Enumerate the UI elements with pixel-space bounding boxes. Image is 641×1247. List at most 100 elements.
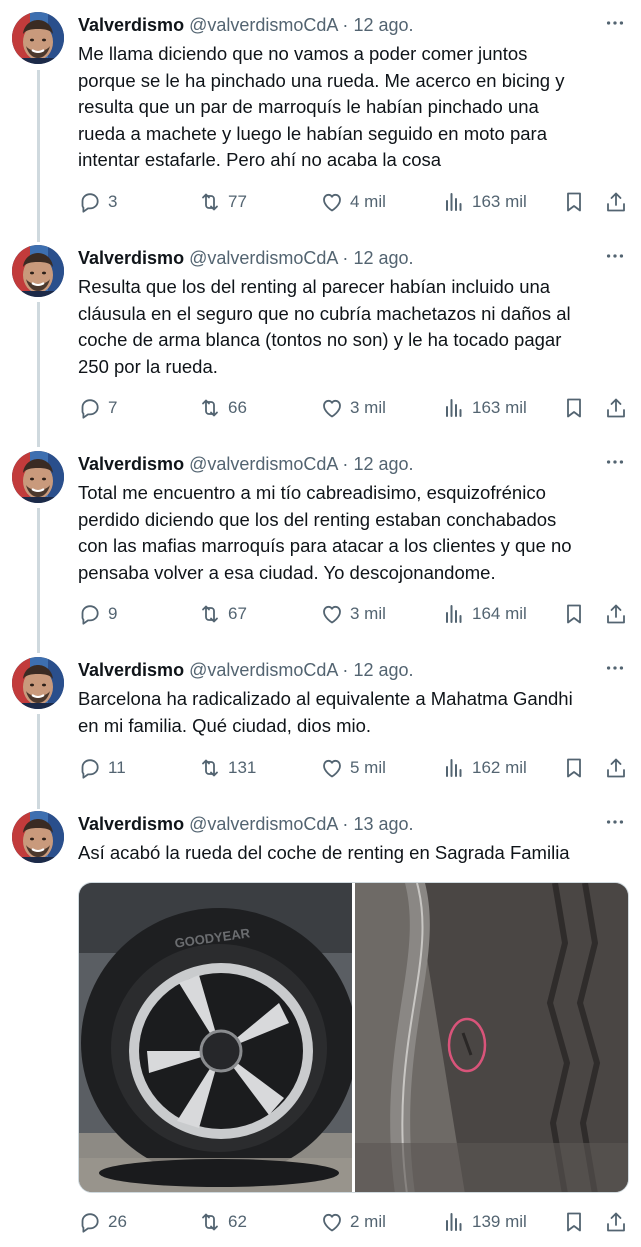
share-button[interactable] — [604, 754, 628, 782]
reply-count: 7 — [108, 398, 118, 417]
reply-button[interactable]: 3 — [78, 188, 117, 216]
tweet-date[interactable]: 13 ago. — [353, 814, 413, 834]
flat-tire-photo[interactable]: GOODYEAR — [79, 883, 352, 1193]
reply-icon — [78, 602, 102, 626]
user-handle[interactable]: @valverdismoCdA — [189, 248, 337, 268]
tweet-date[interactable]: 12 ago. — [353, 660, 413, 680]
bookmark-icon — [562, 602, 586, 626]
tweet[interactable]: Valverdismo @valverdismoCdA · 12 ago. Ba… — [0, 645, 641, 797]
share-icon — [604, 756, 628, 780]
display-name[interactable]: Valverdismo — [78, 660, 184, 680]
text-line: resulta que un par de marroquís le había… — [78, 96, 539, 118]
bookmark-button[interactable] — [562, 188, 586, 216]
separator-dot: · — [342, 814, 349, 834]
user-handle[interactable]: @valverdismoCdA — [189, 814, 337, 834]
more-icon[interactable] — [603, 245, 627, 267]
more-icon[interactable] — [603, 811, 627, 833]
display-name[interactable]: Valverdismo — [78, 248, 184, 268]
retweet-button[interactable]: 77 — [198, 188, 247, 216]
more-icon[interactable] — [603, 12, 627, 34]
text-line: Total me encuentro a mi tío cabreadisimo… — [78, 482, 546, 503]
views-icon — [442, 756, 466, 780]
bookmark-button[interactable] — [562, 754, 586, 782]
tweet[interactable]: Valverdismo @valverdismoCdA · 12 ago. Me… — [0, 0, 641, 240]
retweet-button[interactable]: 131 — [198, 754, 256, 782]
tweet[interactable]: Valverdismo @valverdismoCdA · 12 ago. Re… — [0, 233, 641, 439]
retweet-count: 131 — [228, 758, 257, 777]
display-name[interactable]: Valverdismo — [78, 15, 184, 35]
like-count: 4 mil — [350, 192, 386, 211]
text-line: Me llama diciendo que no vamos a poder c… — [78, 43, 528, 64]
views-button[interactable]: 164 mil — [442, 600, 527, 628]
avatar[interactable] — [12, 811, 64, 863]
user-handle[interactable]: @valverdismoCdA — [189, 454, 337, 474]
reply-button[interactable]: 7 — [78, 394, 117, 422]
tweet-date[interactable]: 12 ago. — [353, 15, 413, 35]
reply-button[interactable]: 11 — [78, 754, 126, 782]
text-line: 250 por la rueda. — [78, 355, 218, 377]
text-line: Así acabó la rueda del coche de renting … — [78, 842, 570, 863]
share-button[interactable] — [604, 394, 628, 422]
more-icon[interactable] — [603, 657, 627, 679]
share-icon — [604, 1210, 628, 1234]
bookmark-button[interactable] — [562, 394, 586, 422]
avatar[interactable] — [12, 451, 64, 503]
tweet-date[interactable]: 12 ago. — [353, 454, 413, 474]
like-button[interactable]: 5 mil — [320, 754, 386, 782]
more-icon[interactable] — [603, 451, 627, 473]
retweet-button[interactable]: 62 — [198, 1208, 247, 1236]
reply-count: 9 — [108, 604, 118, 623]
share-button[interactable] — [604, 188, 628, 216]
retweet-button[interactable]: 67 — [198, 600, 247, 628]
tweet-date[interactable]: 12 ago. — [353, 248, 413, 268]
avatar[interactable] — [12, 245, 64, 297]
like-button[interactable]: 2 mil — [320, 1208, 386, 1236]
share-button[interactable] — [604, 600, 628, 628]
avatar[interactable] — [12, 12, 64, 64]
like-button[interactable]: 3 mil — [320, 394, 386, 422]
action-bar: 9 67 3 mil 164 mil — [78, 600, 628, 628]
tire-cut-closeup-photo[interactable] — [355, 883, 629, 1193]
tweet-header: Valverdismo @valverdismoCdA · 12 ago. — [78, 453, 414, 475]
display-name[interactable]: Valverdismo — [78, 454, 184, 474]
tweet-header: Valverdismo @valverdismoCdA · 12 ago. — [78, 659, 414, 681]
share-button[interactable] — [604, 1208, 628, 1236]
separator-dot: · — [342, 15, 349, 35]
like-button[interactable]: 3 mil — [320, 600, 386, 628]
like-count: 3 mil — [350, 604, 386, 623]
retweet-icon — [198, 602, 222, 626]
action-bar: 26 62 2 mil 139 mil — [78, 1208, 628, 1236]
retweet-button[interactable]: 66 — [198, 394, 247, 422]
views-button[interactable]: 163 mil — [442, 394, 527, 422]
views-button[interactable]: 163 mil — [442, 188, 527, 216]
tweet-text: Resulta que los del renting al parecer h… — [78, 274, 628, 380]
views-icon — [442, 396, 466, 420]
views-icon — [442, 602, 466, 626]
like-icon — [320, 602, 344, 626]
separator-dot: · — [342, 660, 349, 680]
like-icon — [320, 190, 344, 214]
text-line: cláusula en el seguro que no cubría mach… — [78, 302, 571, 324]
views-button[interactable]: 139 mil — [442, 1208, 527, 1236]
retweet-icon — [198, 1210, 222, 1234]
views-icon — [442, 1210, 466, 1234]
reply-icon — [78, 756, 102, 780]
tweet[interactable]: Valverdismo @valverdismoCdA · 12 ago. To… — [0, 439, 641, 645]
bookmark-button[interactable] — [562, 1208, 586, 1236]
text-line: coche de arma blanca (tontos no son) y l… — [78, 329, 562, 351]
display-name[interactable]: Valverdismo — [78, 814, 184, 834]
user-handle[interactable]: @valverdismoCdA — [189, 15, 337, 35]
avatar[interactable] — [12, 657, 64, 709]
tweet-media[interactable]: GOODYEAR — [78, 882, 629, 1193]
reply-button[interactable]: 26 — [78, 1208, 127, 1236]
like-button[interactable]: 4 mil — [320, 188, 386, 216]
bookmark-button[interactable] — [562, 600, 586, 628]
tweet-header: Valverdismo @valverdismoCdA · 12 ago. — [78, 247, 414, 269]
user-handle[interactable]: @valverdismoCdA — [189, 660, 337, 680]
reply-icon — [78, 396, 102, 420]
text-line: perdido diciendo que los del renting est… — [78, 508, 557, 530]
text-line: en mi familia. Qué ciudad, dios mio. — [78, 714, 372, 736]
views-count: 163 mil — [472, 192, 527, 211]
reply-button[interactable]: 9 — [78, 600, 117, 628]
views-button[interactable]: 162 mil — [442, 754, 527, 782]
